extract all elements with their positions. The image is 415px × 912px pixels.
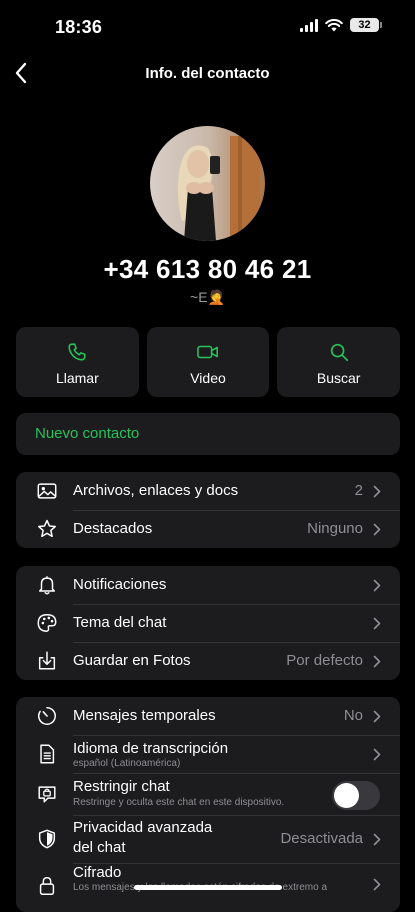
- starred-label: Destacados: [73, 520, 153, 537]
- video-label: Video: [190, 370, 226, 386]
- advanced-privacy-label-1: Privacidad avanzada: [73, 819, 213, 836]
- bell-icon: [38, 576, 56, 595]
- timer-icon: [38, 707, 56, 725]
- chevron-right-icon: [373, 617, 381, 630]
- phone-icon: [68, 343, 86, 361]
- chat-settings-section: Notificaciones Tema del chat Guardar en …: [16, 566, 400, 680]
- action-buttons: Llamar Video Buscar: [16, 327, 401, 397]
- files-links-docs-row[interactable]: Archivos, enlaces y docs 2: [16, 472, 400, 510]
- restrict-icon: [38, 786, 56, 803]
- disappearing-messages-label: Mensajes temporales: [73, 707, 216, 724]
- page-title: Info. del contacto: [145, 65, 270, 82]
- chevron-right-icon: [373, 485, 381, 498]
- new-contact-label: Nuevo contacto: [35, 425, 140, 442]
- privacy-section: Mensajes temporales No Idioma de transcr…: [16, 697, 400, 912]
- restrict-chat-label: Restringir chat: [73, 778, 170, 795]
- disappearing-messages-row[interactable]: Mensajes temporales No: [16, 697, 400, 735]
- home-indicator[interactable]: [134, 885, 282, 890]
- transcription-language-sub: español (Latinoamérica): [73, 758, 181, 769]
- encryption-label: Cifrado: [73, 864, 122, 881]
- files-label: Archivos, enlaces y docs: [73, 482, 239, 499]
- video-icon: [197, 345, 218, 359]
- search-label: Buscar: [316, 370, 361, 386]
- wifi-icon: [325, 18, 343, 31]
- chevron-right-icon: [373, 579, 381, 592]
- chevron-right-icon: [373, 523, 381, 536]
- save-to-photos-label: Guardar en Fotos: [73, 652, 191, 669]
- chevron-right-icon: [373, 748, 381, 761]
- chat-theme-row[interactable]: Tema del chat: [16, 604, 400, 642]
- chevron-right-icon: [373, 833, 381, 846]
- chevron-right-icon: [373, 710, 381, 723]
- starred-value: Ninguno: [307, 520, 363, 537]
- status-time: 18:36: [55, 17, 103, 37]
- video-button[interactable]: Video: [146, 327, 270, 397]
- shield-icon: [38, 829, 56, 849]
- toggle-knob: [334, 783, 359, 808]
- contact-avatar[interactable]: [150, 126, 265, 241]
- call-button[interactable]: Llamar: [16, 327, 139, 397]
- palette-icon: [37, 614, 57, 632]
- document-icon: [40, 744, 55, 764]
- call-label: Llamar: [55, 370, 99, 386]
- battery-icon: 32: [350, 18, 382, 32]
- starred-row[interactable]: Destacados Ninguno: [16, 510, 400, 548]
- notifications-row[interactable]: Notificaciones: [16, 566, 400, 604]
- download-icon: [38, 651, 56, 670]
- restrict-chat-toggle[interactable]: [332, 781, 380, 810]
- restrict-chat-row: Restringir chat Restringe y oculta este …: [16, 773, 400, 815]
- advanced-privacy-value: Desactivada: [280, 830, 363, 847]
- nav-bar: Info. del contacto: [0, 60, 415, 88]
- restrict-chat-sub: Restringe y oculta este chat en este dis…: [73, 797, 285, 808]
- search-icon: [330, 343, 348, 362]
- transcription-language-row[interactable]: Idioma de transcripción español (Latinoa…: [16, 735, 400, 773]
- transcription-language-label: Idioma de transcripción: [73, 740, 229, 757]
- media-section: Archivos, enlaces y docs 2 Destacados Ni…: [16, 472, 400, 548]
- advanced-privacy-row[interactable]: Privacidad avanzada del chat Desactivada: [16, 815, 400, 863]
- star-icon: [38, 519, 56, 538]
- chevron-right-icon: [373, 878, 381, 891]
- cellular-signal-icon: [300, 18, 318, 32]
- advanced-privacy-label-2: del chat: [73, 839, 126, 856]
- chevron-right-icon: [373, 655, 381, 668]
- save-to-photos-row[interactable]: Guardar en Fotos Por defecto: [16, 642, 400, 680]
- new-contact-button[interactable]: Nuevo contacto: [16, 413, 400, 455]
- notifications-label: Notificaciones: [73, 576, 167, 593]
- disappearing-messages-value: No: [343, 707, 363, 724]
- contact-phone: +34 613 80 46 21: [103, 254, 312, 284]
- lock-icon: [39, 877, 55, 895]
- files-count: 2: [354, 482, 363, 499]
- contact-name: ~E🤦: [190, 289, 225, 305]
- chat-theme-label: Tema del chat: [73, 614, 167, 631]
- image-icon: [37, 483, 57, 499]
- status-bar: 18:36 32: [0, 0, 415, 54]
- search-button[interactable]: Buscar: [277, 327, 401, 397]
- save-to-photos-value: Por defecto: [286, 652, 363, 669]
